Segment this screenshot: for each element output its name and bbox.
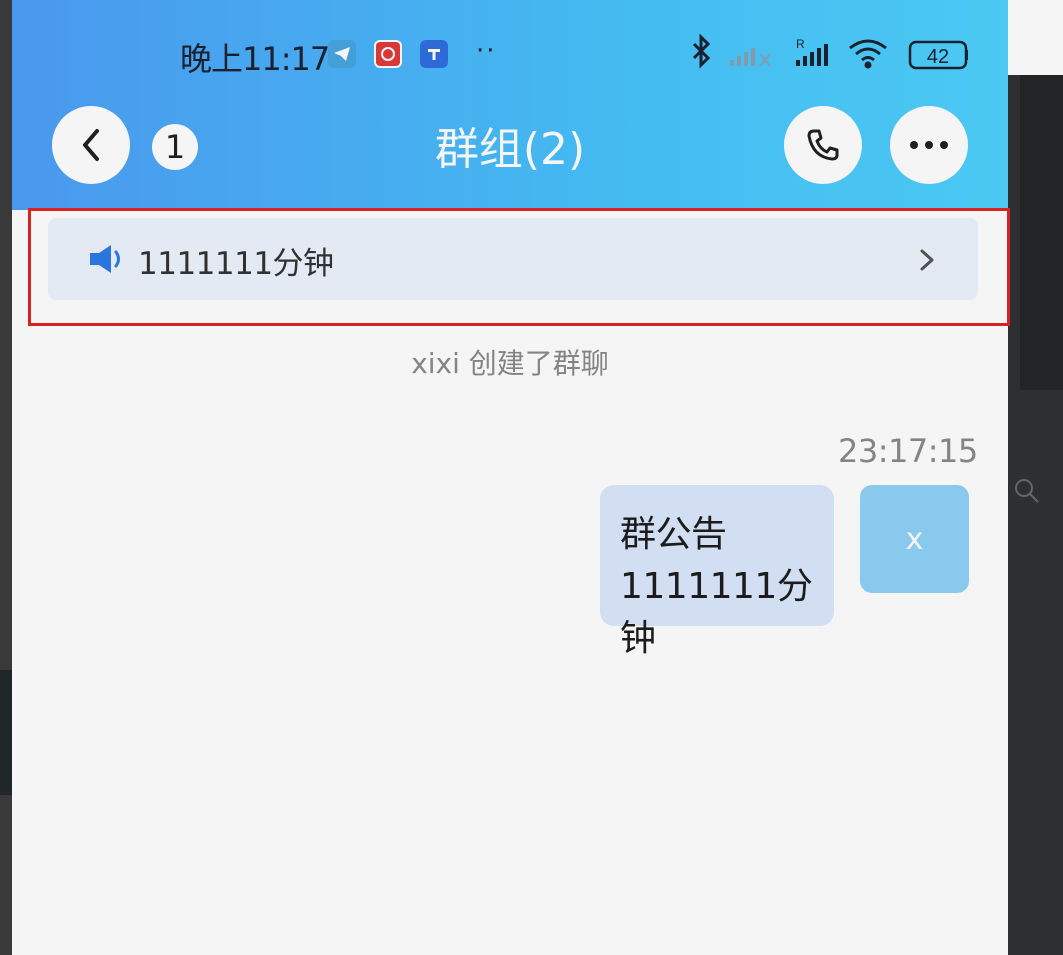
avatar[interactable]: x [860, 485, 969, 593]
wifi-icon [849, 39, 887, 69]
call-button[interactable] [784, 106, 862, 184]
status-time: 晚上11:17 [180, 40, 330, 78]
message-line: 群公告 [620, 514, 727, 555]
battery-icon: 42 [908, 40, 968, 70]
message-timestamp: 23:17:15 [838, 432, 978, 470]
message-line: 1111111分钟 [620, 566, 813, 659]
chat-header: 晚上11:17 ·· R 42 1 群组(2) [12, 0, 1008, 210]
signal-icon-sim2: R [796, 37, 828, 66]
message-bubble[interactable]: 群公告 1111111分钟 [600, 485, 834, 659]
more-button[interactable] [890, 106, 968, 184]
red-app-icon [374, 40, 402, 68]
bluetooth-icon [692, 34, 711, 69]
annotation-highlight-box [28, 208, 1010, 326]
telegram-icon [328, 40, 356, 68]
signal-icon-sim1 [730, 48, 771, 67]
background-window-edge [0, 0, 12, 955]
phone-screen: 晚上11:17 ·· R 42 1 群组(2) 1111111分钟 xixi 创… [12, 0, 1008, 955]
system-message: xixi 创建了群聊 [411, 347, 609, 380]
t-app-icon [420, 40, 448, 68]
roaming-label: R [796, 37, 805, 51]
background-window-panel [1008, 0, 1063, 955]
phone-icon [807, 129, 839, 161]
more-notifications-indicator: ·· [476, 36, 497, 66]
status-bar-icons: R 42 [692, 34, 968, 70]
search-icon [1015, 479, 1039, 503]
battery-level: 42 [927, 46, 949, 68]
more-horizontal-icon [910, 141, 948, 149]
